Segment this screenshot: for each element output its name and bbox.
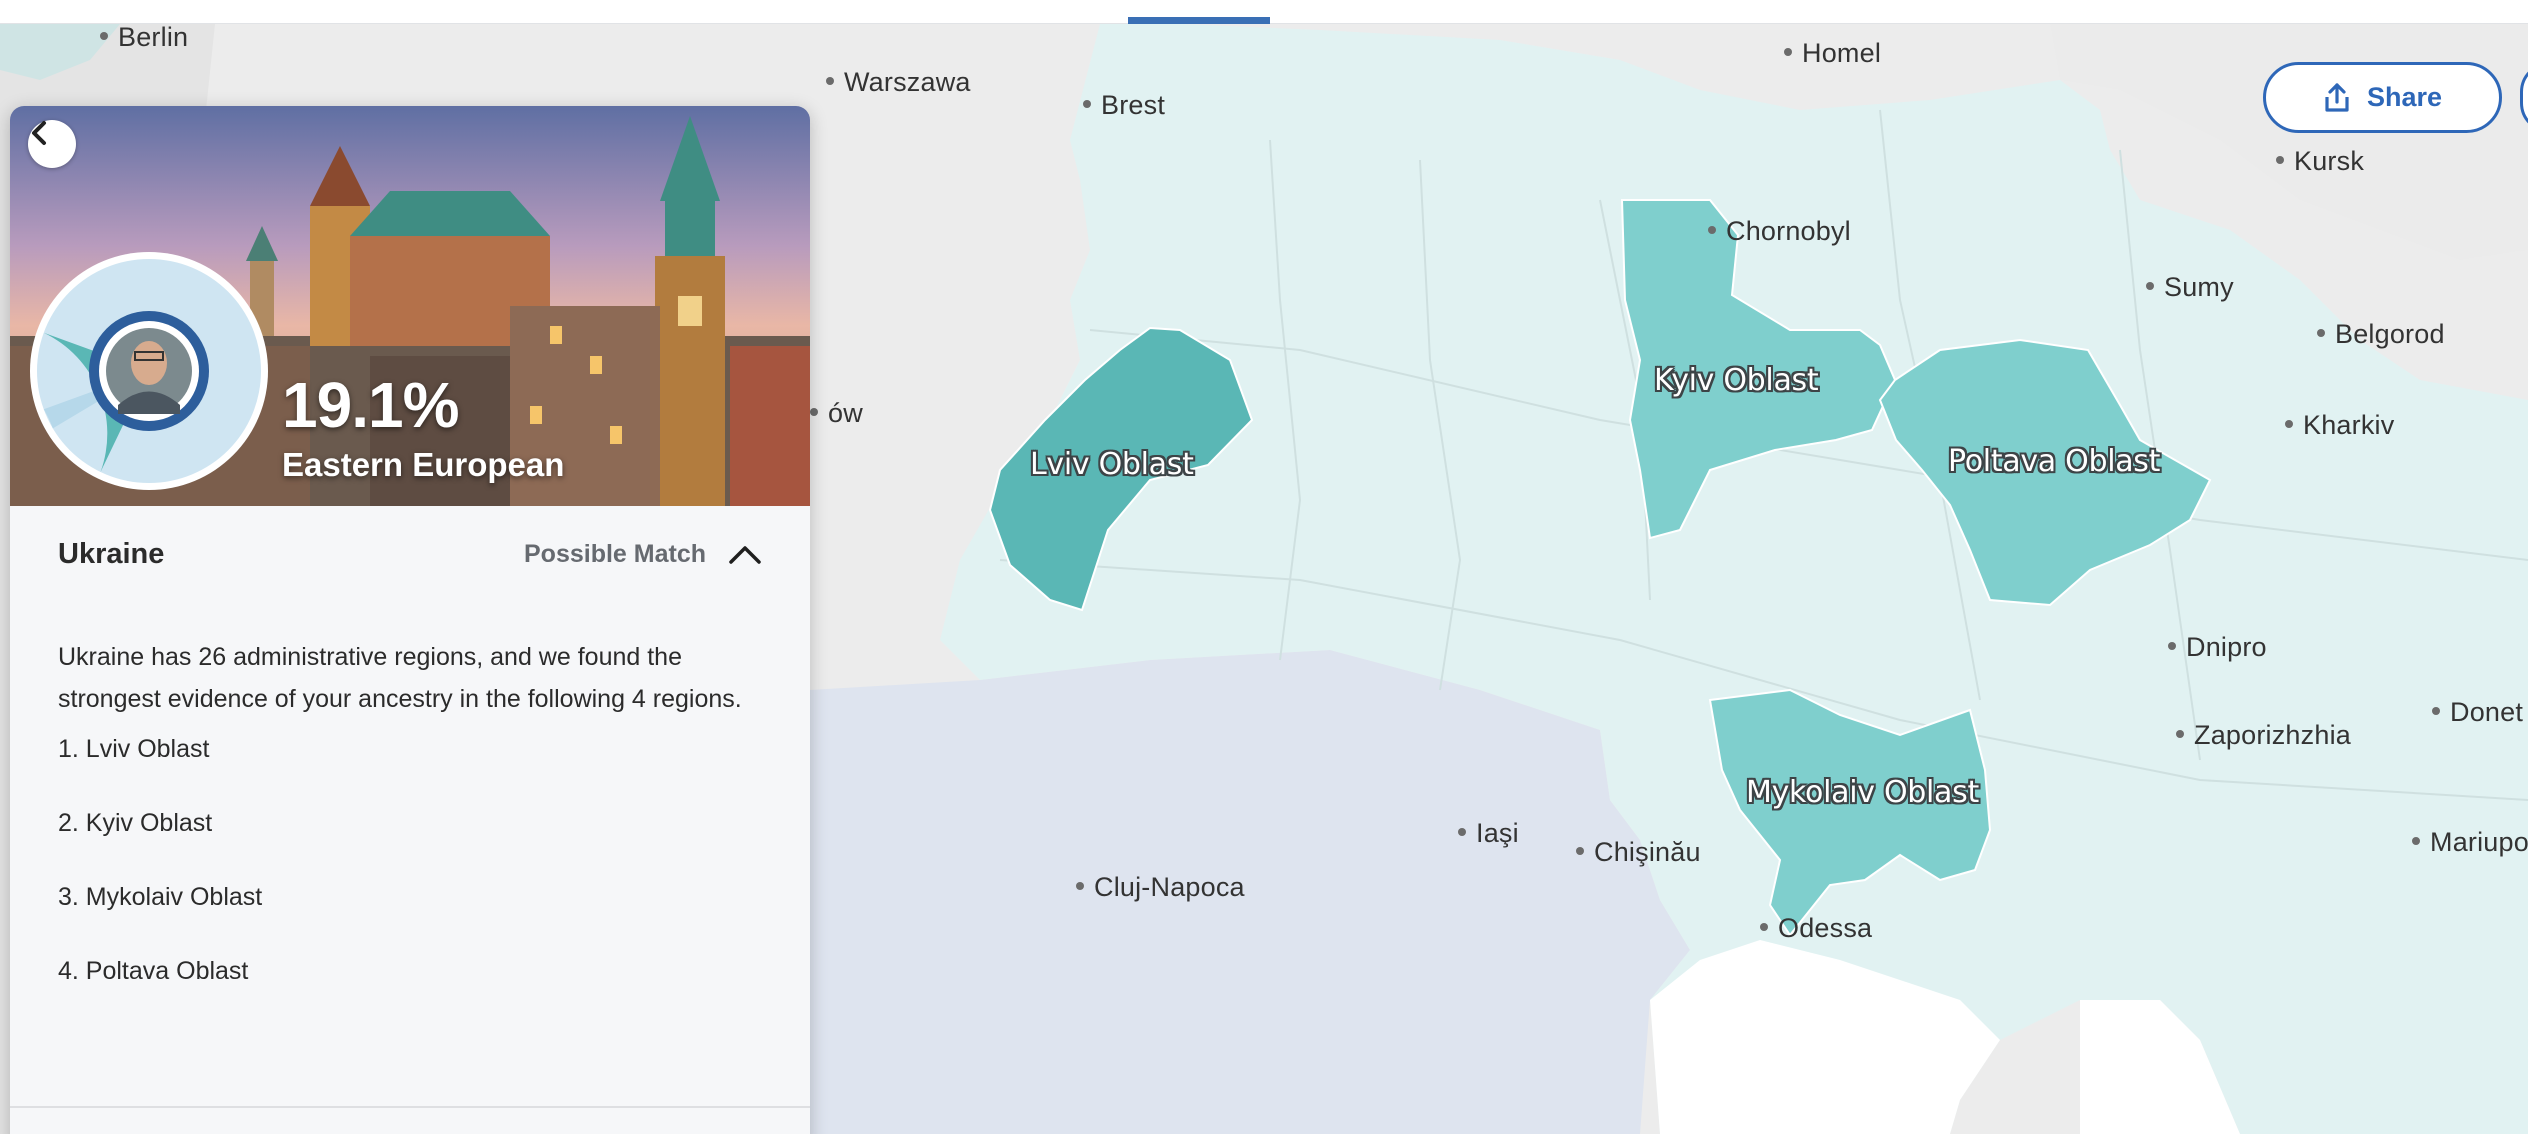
- city-label: Zaporizhzhia: [2176, 720, 2351, 751]
- active-tab-indicator: [1128, 17, 1270, 24]
- chevron-left-icon: [32, 121, 46, 145]
- chevron-up-icon: [729, 546, 761, 564]
- city-label: Kharkiv: [2285, 410, 2394, 441]
- city-label: Warszawa: [826, 67, 971, 98]
- city-label: Odessa: [1760, 913, 1872, 944]
- mykolaiv-oblast-label: Mykolaiv Oblast: [1746, 775, 1979, 810]
- top-navigation-bar: [0, 0, 2528, 24]
- share-button[interactable]: Share: [2263, 62, 2502, 133]
- city-label: Iaşi: [1458, 818, 1519, 849]
- ethnicity-detail-panel: 19.1% Eastern European Ukraine Possible …: [10, 106, 810, 1134]
- lviv-oblast-label: Lviv Oblast: [1030, 447, 1194, 482]
- list-item: 1. Lviv Oblast: [58, 735, 210, 763]
- romania-region: [810, 650, 1690, 1134]
- country-accordion-header[interactable]: Ukraine Possible Match: [10, 506, 810, 602]
- country-name: Ukraine: [58, 537, 165, 570]
- kyiv-oblast-label: Kyiv Oblast: [1654, 363, 1819, 398]
- city-label: Mariupo: [2412, 827, 2528, 858]
- match-status-label: Possible Match: [524, 539, 706, 568]
- hero-image: 19.1% Eastern European: [10, 106, 810, 506]
- share-button-label: Share: [2366, 82, 2443, 112]
- region-description: Ukraine has 26 administrative regions, a…: [58, 643, 742, 713]
- city-label: Brest: [1083, 90, 1165, 121]
- share-icon: [2325, 82, 2349, 112]
- panel-divider: [10, 1106, 810, 1108]
- donut-chart: [30, 252, 268, 490]
- city-label: Belgorod: [2317, 319, 2445, 350]
- city-label: Dnipro: [2168, 632, 2267, 663]
- back-button[interactable]: [28, 120, 76, 168]
- country-details: Ukraine has 26 administrative regions, a…: [58, 636, 778, 1008]
- poltava-oblast-label: Poltava Oblast: [1948, 444, 2161, 479]
- city-label: Homel: [1784, 38, 1881, 69]
- list-item: 2. Kyiv Oblast: [58, 809, 213, 837]
- city-label: Sumy: [2146, 272, 2234, 303]
- list-item: 4. Poltava Oblast: [58, 957, 249, 985]
- city-label: Chişinău: [1576, 837, 1701, 868]
- city-label: Cluj-Napoca: [1076, 872, 1245, 903]
- ethnicity-name: Eastern European: [282, 446, 565, 483]
- city-label: Donet: [2432, 697, 2523, 728]
- city-label: ów: [810, 398, 863, 429]
- city-label: Kursk: [2276, 146, 2364, 177]
- region-list: 1. Lviv Oblast 2. Kyiv Oblast 3. Mykolai…: [58, 712, 778, 1008]
- ethnicity-percentage: 19.1%: [282, 369, 459, 441]
- list-item: 3. Mykolaiv Oblast: [58, 883, 263, 911]
- city-label: Chornobyl: [1708, 216, 1851, 247]
- match-status-toggle[interactable]: Possible Match: [524, 540, 762, 569]
- city-label: Berlin: [100, 22, 188, 53]
- ethnicity-percentage-donut: [28, 250, 270, 492]
